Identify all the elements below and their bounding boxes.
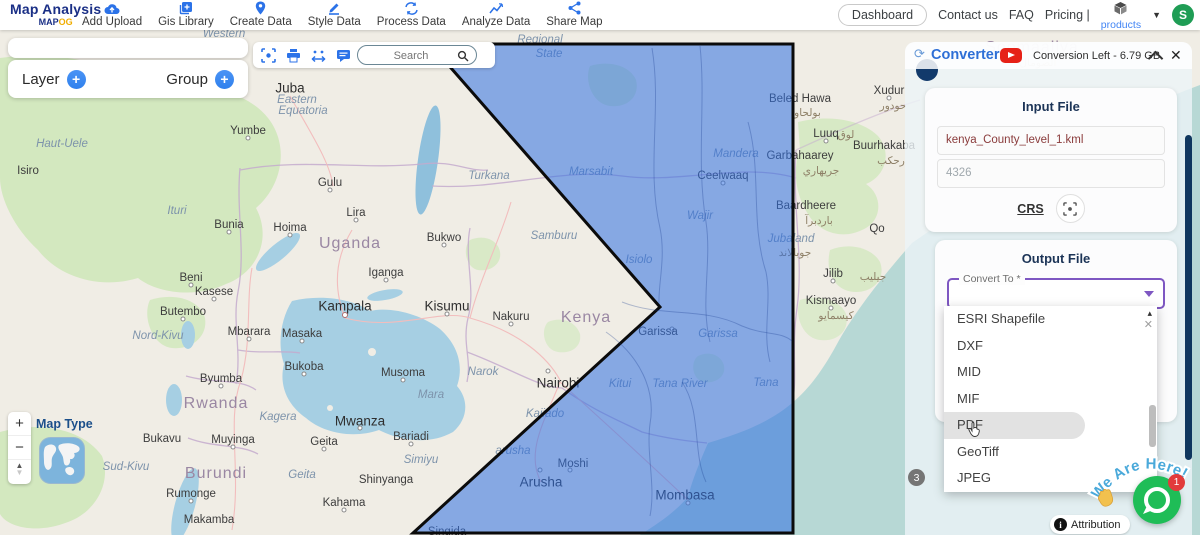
conversion-left-text: Conversion Left - 6.79 GB bbox=[1033, 50, 1160, 62]
crs-picker-button[interactable] bbox=[1056, 194, 1085, 223]
add-layer-button[interactable]: + bbox=[67, 70, 86, 89]
products-label: products bbox=[1101, 20, 1141, 31]
top-navbar: Map Analysis MAPOG Add UploadGis Library… bbox=[0, 0, 1200, 30]
convert-to-label: Convert To * bbox=[959, 273, 1025, 285]
map-toolbar bbox=[253, 42, 495, 68]
pricing-link[interactable]: Pricing | bbox=[1045, 8, 1090, 22]
map-type-thumbnail[interactable] bbox=[39, 437, 85, 489]
nav-right-group: Dashboard Contact us FAQ Pricing | produ… bbox=[838, 0, 1194, 30]
dropdown-scrollbar[interactable] bbox=[1149, 405, 1156, 447]
add-group-button[interactable]: + bbox=[215, 70, 234, 89]
map-type-label: Map Type bbox=[36, 417, 93, 431]
products-menu[interactable]: products bbox=[1101, 2, 1141, 31]
contact-us-link[interactable]: Contact us bbox=[938, 8, 998, 22]
converter-title: Converter bbox=[931, 47, 1000, 63]
center-focus-icon[interactable] bbox=[261, 48, 276, 63]
zoom-control: + − ▲▼ bbox=[8, 412, 31, 484]
nav-menu: Add Upload Gis Library Create Data Style Da… bbox=[82, 1, 603, 28]
youtube-icon[interactable] bbox=[1000, 48, 1022, 63]
analyze-chart-icon bbox=[489, 1, 504, 15]
nav-item-label: Process Data bbox=[377, 16, 446, 28]
crs-link[interactable]: CRS bbox=[1017, 202, 1043, 216]
nav-item-label: Share Map bbox=[546, 16, 602, 28]
nav-item-label: Create Data bbox=[230, 16, 292, 28]
search-bar bbox=[357, 45, 477, 65]
close-icon[interactable]: ✕ bbox=[1170, 47, 1182, 64]
chevron-down-icon[interactable]: ▼ bbox=[1152, 10, 1161, 20]
search-input[interactable] bbox=[366, 46, 456, 66]
zoom-out-button[interactable]: − bbox=[8, 436, 31, 460]
zoom-in-button[interactable]: + bbox=[8, 412, 31, 436]
step-badge: 3 bbox=[908, 469, 925, 486]
input-filename-field[interactable]: kenya_County_level_1.kml bbox=[937, 126, 1165, 155]
measure-icon[interactable] bbox=[311, 48, 326, 63]
nav-item-create-data[interactable]: Create Data bbox=[230, 1, 292, 28]
nav-item-add-upload[interactable]: Add Upload bbox=[82, 1, 142, 28]
nav-item-label: Gis Library bbox=[158, 16, 214, 28]
cube-icon bbox=[1113, 2, 1128, 19]
group-label: Group bbox=[166, 71, 208, 88]
spinner-down-icon[interactable]: ▼ bbox=[8, 469, 31, 477]
convert-to-select[interactable]: Convert To * bbox=[947, 278, 1165, 309]
nav-item-style-data[interactable]: Style Data bbox=[308, 1, 361, 28]
attribution-label: Attribution bbox=[1071, 519, 1121, 531]
lake-edward bbox=[181, 321, 195, 349]
dropdown-option-pdf[interactable]: PDF bbox=[944, 412, 1085, 439]
info-icon: i bbox=[1054, 518, 1067, 531]
convert-to-dropdown: ESRI ShapefileDXFMIDMIFPDFGeoTiffJPEG ▴ … bbox=[944, 306, 1157, 492]
search-icon[interactable] bbox=[457, 49, 469, 67]
faq-link[interactable]: FAQ bbox=[1009, 8, 1034, 22]
dropdown-option-esri-shapefile[interactable]: ESRI Shapefile bbox=[944, 306, 1157, 333]
library-icon bbox=[179, 1, 193, 15]
cloud-upload-icon bbox=[104, 1, 120, 15]
lake-kivu bbox=[166, 384, 182, 416]
refresh-icon[interactable]: ⟳ bbox=[914, 46, 925, 62]
dropdown-option-jpeg[interactable]: JPEG bbox=[944, 465, 1157, 492]
layer-panel: Layer + Group + bbox=[8, 60, 248, 98]
layer-group: Layer + bbox=[22, 70, 86, 89]
nav-item-share-map[interactable]: Share Map bbox=[546, 1, 602, 28]
output-file-title: Output File bbox=[935, 240, 1177, 266]
comment-icon[interactable] bbox=[336, 48, 351, 63]
layer-label: Layer bbox=[22, 71, 60, 88]
dropdown-option-dxf[interactable]: DXF bbox=[944, 333, 1157, 360]
group-group: Group + bbox=[166, 70, 234, 89]
select-caret-icon bbox=[1144, 291, 1154, 297]
zoom-spinner[interactable]: ▲▼ bbox=[8, 460, 31, 486]
dropdown-option-mid[interactable]: MID bbox=[944, 359, 1157, 386]
converter-header: ⟳ Converter Conversion Left - 6.79 GB ✕ bbox=[905, 42, 1192, 69]
input-epsg-field[interactable]: 4326 bbox=[937, 159, 1165, 188]
nav-item-analyze-data[interactable]: Analyze Data bbox=[462, 1, 530, 28]
print-icon[interactable] bbox=[286, 48, 301, 63]
nav-item-label: Analyze Data bbox=[462, 16, 530, 28]
input-file-title: Input File bbox=[925, 88, 1177, 114]
location-pin-icon bbox=[255, 1, 266, 15]
layer-panel-header[interactable] bbox=[8, 38, 248, 58]
attribution-pill[interactable]: i Attribution bbox=[1050, 515, 1130, 534]
dropdown-close-icon[interactable]: ✕ bbox=[1144, 318, 1153, 331]
nav-item-process-data[interactable]: Process Data bbox=[377, 1, 446, 28]
chat-notification-badge: 1 bbox=[1168, 474, 1185, 491]
dropdown-option-mif[interactable]: MIF bbox=[944, 386, 1157, 413]
input-file-card: Input File kenya_County_level_1.kml 4326… bbox=[925, 88, 1177, 232]
dashboard-button[interactable]: Dashboard bbox=[838, 4, 927, 26]
style-pen-icon bbox=[327, 1, 341, 15]
nav-item-label: Add Upload bbox=[82, 16, 142, 28]
dropdown-options: ESRI ShapefileDXFMIDMIFPDFGeoTiffJPEG bbox=[944, 306, 1157, 492]
nav-item-label: Style Data bbox=[308, 16, 361, 28]
panel-scrollbar[interactable] bbox=[1185, 135, 1192, 460]
cursor-hand-icon bbox=[968, 422, 982, 443]
converter-panel: ⟳ Converter Conversion Left - 6.79 GB ✕ … bbox=[905, 42, 1192, 535]
nav-item-gis-library[interactable]: Gis Library bbox=[158, 1, 214, 28]
process-sync-icon bbox=[404, 1, 419, 15]
share-icon bbox=[568, 1, 581, 15]
user-avatar[interactable]: S bbox=[1172, 4, 1194, 26]
